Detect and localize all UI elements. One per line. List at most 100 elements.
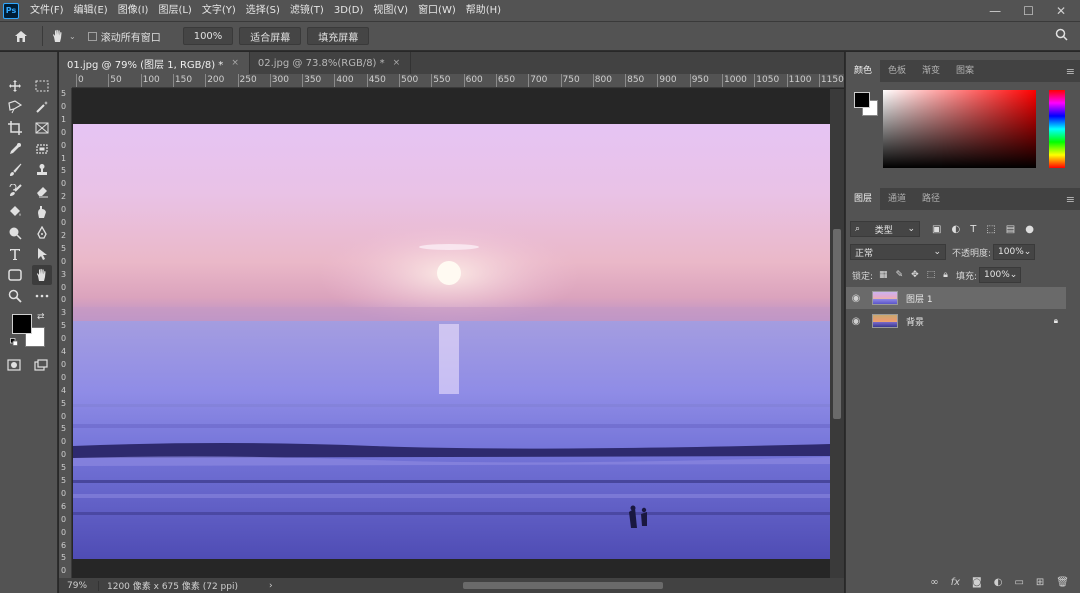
chevron-down-icon[interactable]: ⌄	[69, 32, 76, 41]
tab-paths[interactable]: 路径	[914, 188, 948, 210]
menu-file[interactable]: 文件(F)	[25, 0, 69, 21]
layer-row-layer1[interactable]: ◉ 图层 1	[846, 287, 1066, 309]
brush-tool-icon[interactable]	[5, 160, 25, 180]
menu-view[interactable]: 视图(V)	[368, 0, 413, 21]
lock-artboard-icon[interactable]: ⬚	[927, 270, 936, 280]
hand-tool-icon[interactable]	[32, 265, 52, 285]
eraser-tool-icon[interactable]	[32, 181, 52, 201]
filter-shape-icon[interactable]: ⬚	[986, 224, 995, 235]
color-panel-foreground-swatch[interactable]	[854, 92, 870, 108]
close-tab-icon[interactable]: ×	[393, 58, 401, 68]
tab-patterns[interactable]: 图案	[948, 60, 982, 82]
vertical-scrollbar[interactable]	[830, 89, 844, 578]
patch-tool-icon[interactable]	[32, 139, 52, 159]
scroll-all-checkbox[interactable]	[87, 31, 97, 41]
more-tools-icon[interactable]	[32, 286, 52, 306]
filter-type-icon[interactable]: T	[970, 224, 976, 235]
filter-pixel-icon[interactable]: ▣	[932, 224, 941, 235]
hand-tool-preset[interactable]: ⌄	[51, 29, 76, 43]
default-colors-icon[interactable]	[10, 338, 18, 346]
group-folder-icon[interactable]: ▭	[1014, 577, 1023, 588]
magic-wand-tool-icon[interactable]	[32, 97, 52, 117]
add-mask-icon[interactable]: ◙	[972, 577, 982, 588]
move-tool-icon[interactable]	[5, 76, 25, 96]
panel-menu-icon[interactable]: ≡	[1066, 65, 1075, 78]
horizontal-ruler[interactable]: 0 50 100 150 200 250 300 350 400 450 500 550 600 650 7…	[72, 74, 844, 88]
horizontal-scroll-thumb[interactable]	[462, 582, 663, 589]
link-layers-icon[interactable]: ∞	[930, 577, 938, 588]
horizontal-scrollbar[interactable]	[283, 580, 826, 591]
filter-smart-object-icon[interactable]: ▤	[1006, 224, 1015, 235]
menu-window[interactable]: 窗口(W)	[413, 0, 461, 21]
fit-screen-button[interactable]: 适合屏幕	[239, 27, 302, 45]
color-picker-field[interactable]	[883, 90, 1036, 168]
menu-type[interactable]: 文字(Y)	[197, 0, 241, 21]
panel-menu-icon[interactable]: ≡	[1066, 193, 1075, 206]
close-tab-icon[interactable]: ×	[231, 58, 239, 68]
crop-tool-icon[interactable]	[5, 118, 25, 138]
tab-gradients[interactable]: 渐变	[914, 60, 948, 82]
search-button[interactable]	[1055, 28, 1068, 44]
fill-screen-button[interactable]: 填充屏幕	[307, 27, 370, 45]
tab-02-jpg[interactable]: 02.jpg @ 73.8%(RGB/8) * ×	[249, 52, 412, 74]
path-selection-tool-icon[interactable]	[32, 244, 52, 264]
tab-layers[interactable]: 图层	[846, 188, 881, 210]
new-layer-icon[interactable]: ⊞	[1036, 577, 1044, 588]
lock-position-icon[interactable]: ✥	[911, 270, 919, 280]
rectangle-tool-icon[interactable]	[5, 265, 25, 285]
menu-select[interactable]: 选择(S)	[241, 0, 285, 21]
delete-layer-icon[interactable]: 🗑︎	[1056, 577, 1069, 588]
smudge-tool-icon[interactable]	[32, 202, 52, 222]
tab-swatches[interactable]: 色板	[880, 60, 914, 82]
filter-toggle-icon[interactable]: ●	[1025, 224, 1034, 235]
stamp-tool-icon[interactable]	[32, 160, 52, 180]
zoom-tool-icon[interactable]	[5, 286, 25, 306]
history-brush-tool-icon[interactable]	[5, 181, 25, 201]
pen-tool-icon[interactable]	[32, 223, 52, 243]
layer-row-background[interactable]: ◉ 背景 🔒︎	[846, 310, 1066, 332]
layer-style-icon[interactable]: fx	[951, 577, 960, 588]
home-button[interactable]	[6, 24, 36, 48]
eye-icon[interactable]: ◉	[846, 293, 866, 304]
tab-channels[interactable]: 通道	[880, 188, 914, 210]
opacity-field[interactable]: 100% ⌄	[993, 244, 1036, 260]
menu-3d[interactable]: 3D(D)	[329, 0, 369, 21]
frame-tool-icon[interactable]	[32, 118, 52, 138]
lock-all-icon[interactable]: 🔒︎	[943, 270, 948, 280]
ruler-origin[interactable]	[59, 74, 72, 88]
screen-mode-icon[interactable]	[31, 355, 51, 375]
lock-pixels-icon[interactable]: ✎	[896, 270, 904, 280]
tab-01-jpg[interactable]: 01.jpg @ 79% (图层 1, RGB/8) * ×	[59, 52, 250, 74]
menu-image[interactable]: 图像(I)	[113, 0, 154, 21]
marquee-tool-icon[interactable]	[32, 76, 52, 96]
blend-mode-select[interactable]: 正常 ⌄	[850, 244, 946, 260]
menu-help[interactable]: 帮助(H)	[461, 0, 506, 21]
dodge-tool-icon[interactable]	[5, 223, 25, 243]
menu-edit[interactable]: 编辑(E)	[69, 0, 113, 21]
lock-transparent-icon[interactable]: ▦	[879, 270, 888, 280]
filter-adjustment-icon[interactable]: ◐	[951, 224, 960, 235]
status-menu-arrow-icon[interactable]: ›	[269, 581, 273, 591]
menu-layer[interactable]: 图层(L)	[153, 0, 196, 21]
lasso-tool-icon[interactable]	[5, 97, 25, 117]
foreground-color-swatch[interactable]	[12, 314, 32, 334]
photoshop-logo-icon[interactable]: Ps	[3, 2, 19, 19]
status-zoom-field[interactable]: 79%	[59, 580, 99, 591]
vertical-ruler[interactable]: 5 0 1 0 0 1 5 0 2 0 0 2 5 0 3 0 0 3 5 0 4 0 0 4 5 0 5 0 0 5 5 0 6 0 0 6 5 0	[59, 88, 72, 578]
paint-bucket-tool-icon[interactable]	[5, 202, 25, 222]
eye-icon[interactable]: ◉	[846, 316, 866, 327]
tab-color[interactable]: 颜色	[846, 60, 881, 82]
quick-mask-icon[interactable]	[4, 355, 24, 375]
swap-colors-icon[interactable]: ⇄	[37, 312, 45, 322]
adjustment-layer-icon[interactable]: ◐	[994, 577, 1003, 588]
minimize-icon[interactable]: —	[989, 4, 1001, 18]
close-icon[interactable]: ✕	[1056, 4, 1066, 18]
hue-slider[interactable]	[1049, 90, 1065, 168]
fill-field[interactable]: 100% ⌄	[979, 267, 1022, 283]
image-canvas[interactable]	[73, 124, 830, 559]
vertical-scroll-thumb[interactable]	[833, 229, 841, 419]
menu-filter[interactable]: 滤镜(T)	[285, 0, 329, 21]
zoom-percent-field[interactable]: 100%	[182, 27, 234, 45]
type-tool-icon[interactable]	[5, 244, 25, 264]
maximize-icon[interactable]: ☐	[1023, 4, 1034, 18]
